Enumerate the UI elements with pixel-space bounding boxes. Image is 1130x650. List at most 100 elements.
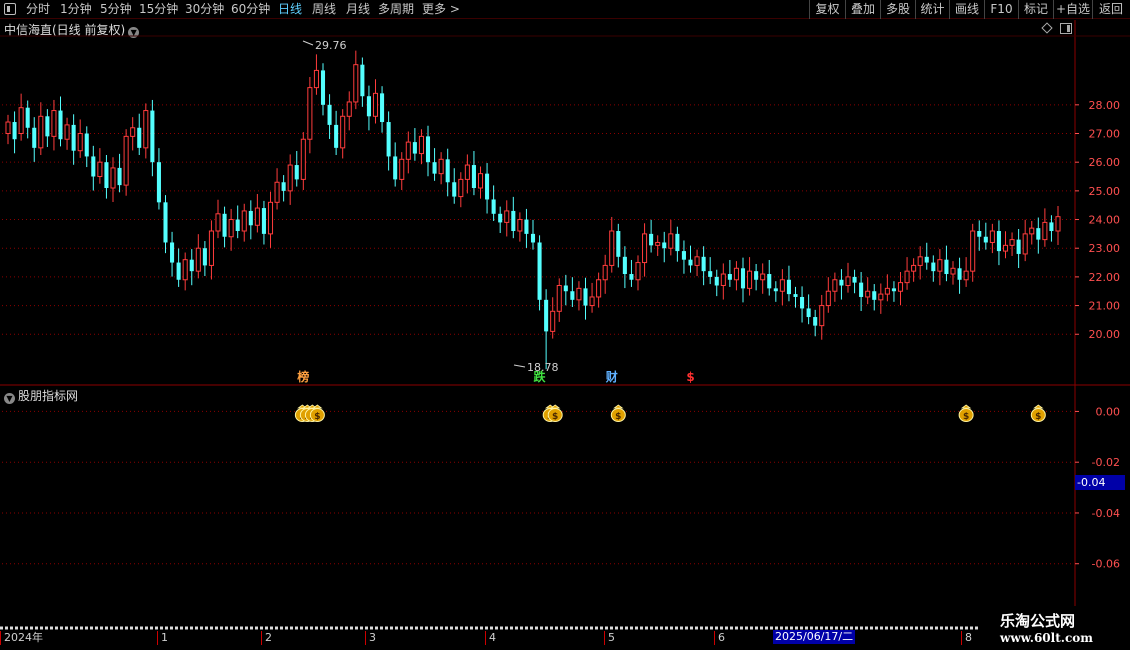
event-marker[interactable]: 跌 (534, 369, 547, 384)
main-chart-title[interactable]: 中信海直(日线 前复权) ▼ (4, 21, 140, 38)
money-bag-icon: $ (610, 404, 626, 422)
candle-body (418, 135, 424, 155)
back-button[interactable]: 返回 (1092, 0, 1129, 19)
menu-icon[interactable] (4, 3, 16, 15)
candle-body (649, 233, 654, 246)
candle-body (530, 233, 536, 243)
period-tab-weekly[interactable]: 周线 (312, 1, 336, 18)
candle (878, 283, 884, 314)
candle (130, 117, 136, 151)
candle (307, 77, 313, 154)
candle-body (839, 279, 844, 286)
candle (176, 248, 181, 287)
candle (1042, 208, 1048, 247)
candle-body (380, 93, 385, 123)
candle-body (287, 164, 293, 192)
candle-body (25, 107, 30, 128)
candle (294, 150, 299, 187)
f10-button[interactable]: F10 (984, 0, 1018, 19)
event-marker[interactable]: $ (686, 370, 694, 384)
period-tab-multi[interactable]: 多周期 (378, 1, 414, 18)
period-tab-30min[interactable]: 30分钟 (185, 1, 224, 18)
watermark-title: 乐淘公式网 (1000, 612, 1076, 630)
mark-button[interactable]: 标记 (1018, 0, 1053, 19)
date-label: 1 (157, 631, 168, 645)
high-price-label: 29.76 (315, 39, 347, 52)
candle (681, 240, 686, 274)
candle (649, 219, 654, 253)
candle-body (130, 127, 136, 137)
candle-body (904, 270, 910, 284)
period-tab-more[interactable]: 更多 > (422, 1, 460, 18)
candle-body (878, 293, 884, 301)
candle (25, 100, 30, 139)
kline-chart[interactable]: 20.0021.0022.0023.0024.0025.0026.0027.00… (0, 0, 1130, 650)
candle-body (84, 133, 89, 157)
panel-toggle-icon[interactable] (1060, 23, 1072, 34)
candle-body (720, 273, 726, 286)
period-tab-timeshare[interactable]: 分时 (26, 1, 50, 18)
candle (773, 281, 778, 302)
multi-stock-button[interactable]: 多股 (880, 0, 915, 19)
statistics-button[interactable]: 统计 (915, 0, 949, 19)
candle (412, 128, 417, 161)
draw-line-button[interactable]: 画线 (949, 0, 984, 19)
candle (589, 282, 595, 313)
candle (950, 261, 956, 285)
candle-body (393, 156, 398, 180)
candle-body (596, 279, 602, 298)
candle (45, 109, 50, 147)
candle-body (963, 270, 969, 281)
adjust-button[interactable]: 复权 (809, 0, 845, 19)
candle (957, 257, 962, 294)
candle-body (694, 256, 700, 266)
svg-text:$: $ (314, 412, 320, 422)
overlay-button[interactable]: 叠加 (845, 0, 880, 19)
candle-body (773, 288, 778, 292)
price-axis: 20.00 21.00 22.00 23.00 24.00 25.00 26.00 27.00… (1075, 99, 1120, 571)
candle-body (852, 276, 857, 283)
candle (897, 272, 904, 306)
candle-body (733, 267, 739, 281)
candle-body (1055, 216, 1061, 232)
candle (635, 255, 641, 291)
event-marker[interactable]: 榜 (297, 369, 309, 384)
candle (524, 208, 529, 248)
annotations: 29.76 18.78 (302, 39, 559, 374)
candle (970, 223, 976, 282)
candle-body (51, 110, 57, 137)
candle-body (1042, 221, 1048, 241)
candle-body (399, 158, 405, 180)
money-bag-icon: $ (294, 404, 310, 422)
event-marker[interactable]: 财 (605, 369, 618, 384)
candle (904, 257, 910, 290)
indicator-tick-label: 0.00 (1096, 405, 1121, 418)
candle-body (970, 230, 976, 272)
diamond-icon[interactable] (1041, 22, 1053, 34)
add-watchlist-button[interactable]: +自选 (1053, 0, 1092, 19)
period-tab-5min[interactable]: 5分钟 (100, 1, 132, 18)
candle (609, 216, 615, 273)
candle-body (235, 219, 240, 232)
period-tab-1min[interactable]: 1分钟 (60, 1, 92, 18)
candle (583, 277, 588, 320)
candle (530, 219, 536, 250)
candle-body (195, 247, 201, 272)
price-tick-label: 21.00 (1089, 300, 1121, 313)
candle (596, 272, 602, 308)
candle-body (91, 156, 96, 177)
candle-body (524, 219, 529, 234)
candle-body (156, 162, 161, 203)
candle (64, 117, 70, 150)
chevron-down-icon[interactable]: ▼ (4, 393, 15, 404)
indicator-title[interactable]: ▼ 股朋指标网 (4, 387, 78, 404)
candle-body (688, 259, 693, 266)
period-tab-monthly[interactable]: 月线 (346, 1, 370, 18)
candle-body (760, 273, 766, 281)
period-tab-daily[interactable]: 日线 (278, 1, 302, 18)
candle-body (806, 308, 811, 318)
chevron-down-icon[interactable]: ▼ (128, 27, 140, 38)
period-tab-60min[interactable]: 60分钟 (231, 1, 270, 18)
period-tab-15min[interactable]: 15分钟 (139, 1, 178, 18)
candle-body (432, 162, 437, 174)
